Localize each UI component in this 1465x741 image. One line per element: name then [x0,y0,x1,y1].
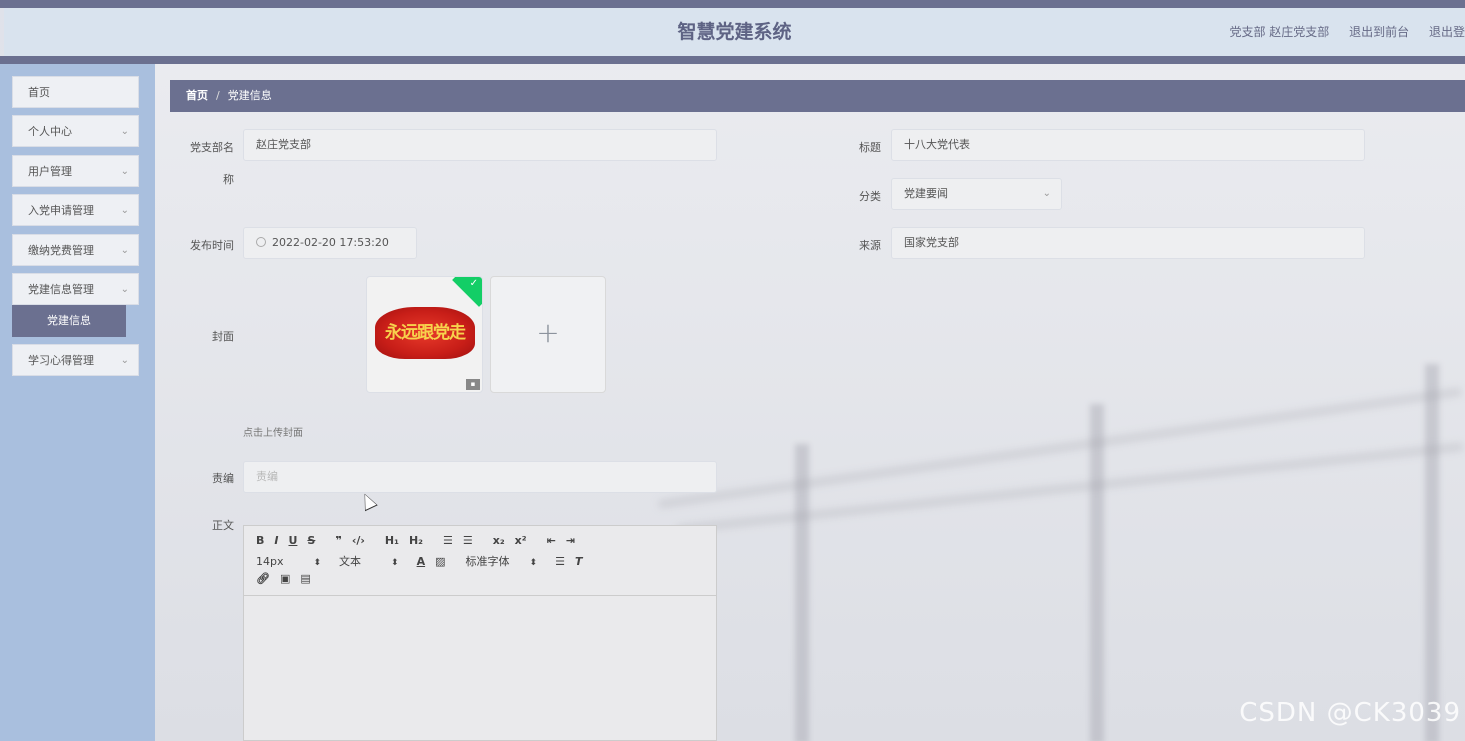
toolbar-row-2: 14px ⬍ 文本 ⬍ A ▨ 标准字体 ⬍ ☰ T [256,553,716,572]
cover-upload-tip: 点击上传封面 [243,428,303,439]
sidebar-item-label: 党建信息管理 [28,283,94,296]
heading1-button[interactable]: H₁ [385,534,399,547]
strike-button[interactable]: S [307,534,315,547]
editor-content-area[interactable] [244,596,716,740]
chevron-down-icon: ⌄ [120,284,129,295]
heading2-button[interactable]: H₂ [409,534,423,547]
bullet-list-button[interactable]: ☰ [463,534,473,547]
category-label: 分类 [859,190,881,203]
editor-toolbar: B I U S ❞ ‹/› H₁ H₂ ☰ ☰ x₂ x² ⇤ ⇥ 14px ⬍ 文本 ⬍ A ▨ 标准字体 ⬍ ☰ T 🔗… [244,526,716,596]
italic-button[interactable]: I [274,534,278,547]
sidebar-item-user-management[interactable]: 用户管理 ⌄ [12,155,139,187]
block-format-select[interactable]: 文本 ⬍ [339,553,399,569]
breadcrumb-home[interactable]: 首页 [186,89,208,102]
chevron-down-icon: ⌄ [120,205,129,216]
branch-name-label-line2: 称 [223,173,234,186]
indent-button[interactable]: ⇥ [566,534,575,547]
chevron-down-icon: ⌄ [120,166,129,177]
cover-label: 封面 [212,330,234,343]
sidebar-item-personal-center[interactable]: 个人中心 ⌄ [12,115,139,147]
publish-time-picker[interactable]: 2022-02-20 17:53:20 [243,227,417,259]
source-input[interactable]: 国家党支部 [891,227,1365,259]
editor-in-charge-input[interactable]: 责编 [243,461,717,493]
publish-time-value: 2022-02-20 17:53:20 [272,236,389,249]
plus-icon: + [536,316,560,349]
sidebar-item-study-notes-management[interactable]: 学习心得管理 ⌄ [12,344,139,376]
sidebar-item-label: 首页 [28,86,50,99]
rich-text-editor: B I U S ❞ ‹/› H₁ H₂ ☰ ☰ x₂ x² ⇤ ⇥ 14px ⬍ 文本 ⬍ A ▨ 标准字体 ⬍ ☰ T 🔗… [243,525,717,741]
sidebar-subitem-party-info[interactable]: 党建信息 [12,305,126,337]
font-size-select[interactable]: 14px ⬍ [256,555,321,568]
video-icon[interactable]: ▤ [300,572,310,585]
block-format-value: 文本 [339,555,362,568]
clear-format-icon[interactable]: T [575,555,583,568]
sidebar-item-label: 入党申请管理 [28,204,94,217]
image-icon[interactable]: ▣ [280,572,290,585]
toolbar-row-1: B I U S ❞ ‹/› H₁ H₂ ☰ ☰ x₂ x² ⇤ ⇥ [256,534,716,553]
sidebar-item-party-info-management[interactable]: 党建信息管理 ⌄ [12,273,139,305]
font-size-value: 14px [256,555,284,568]
breadcrumb-separator: / [216,89,220,102]
font-color-icon[interactable]: A [417,555,426,568]
code-block-button[interactable]: ‹/› [352,534,365,547]
background-fence-post [1090,404,1104,741]
align-icon[interactable]: ☰ [555,555,565,568]
category-select[interactable]: 党建要闻 ⌄ [891,178,1062,210]
sidebar-item-label: 学习心得管理 [28,354,94,367]
chevron-down-icon: ⌄ [1042,188,1051,199]
editor-in-charge-label: 责编 [212,472,234,485]
subscript-button[interactable]: x₂ [493,534,505,547]
chevron-down-icon: ⌄ [120,126,129,137]
sidebar-item-label: 个人中心 [28,125,72,138]
title-input[interactable]: 十八大党代表 [891,129,1365,161]
header-links: 党支部 赵庄党支部 退出到前台 退出登 [1213,8,1465,56]
breadcrumb-current: 党建信息 [227,89,272,102]
cover-thumbnail[interactable]: 永远跟党走 ✓ ▪ [366,276,483,393]
current-user-label: 党支部 赵庄党支部 [1229,25,1330,39]
publish-time-label: 发布时间 [190,239,234,252]
chevron-down-icon: ⌄ [120,245,129,256]
header-divider [0,56,1465,64]
select-arrows-icon: ⬍ [529,558,538,568]
breadcrumb: 首页 / 党建信息 [170,80,1465,112]
title-label: 标题 [859,141,881,154]
app-header: 智慧党建系统 党支部 赵庄党支部 退出到前台 退出登 [4,8,1465,56]
bold-button[interactable]: B [256,534,264,547]
font-family-select[interactable]: 标准字体 ⬍ [466,553,538,569]
check-icon: ✓ [469,278,478,289]
watermark: CSDN @CK3039 [1239,698,1461,728]
exit-to-front-link[interactable]: 退出到前台 [1349,25,1409,39]
select-arrows-icon: ⬍ [391,558,399,568]
outdent-button[interactable]: ⇤ [547,534,556,547]
top-strip [0,0,1465,8]
branch-name-label-line1: 党支部名 [190,141,234,154]
link-icon[interactable]: 🔗︎ [256,572,270,585]
font-family-value: 标准字体 [465,555,510,568]
background-color-icon[interactable]: ▨ [435,555,445,568]
category-selected-value: 党建要闻 [904,187,948,200]
logout-link[interactable]: 退出登 [1429,25,1465,39]
blockquote-button[interactable]: ❞ [335,534,341,547]
sidebar-item-label: 缴纳党费管理 [28,244,94,257]
sidebar-item-dues-management[interactable]: 缴纳党费管理 ⌄ [12,234,139,266]
cover-image: 永远跟党走 [375,307,475,359]
ordered-list-button[interactable]: ☰ [443,534,453,547]
superscript-button[interactable]: x² [515,534,527,547]
upload-success-badge [452,277,482,307]
underline-button[interactable]: U [288,534,297,547]
source-label: 来源 [859,239,881,252]
clock-icon [256,237,266,247]
chevron-down-icon: ⌄ [120,355,129,366]
content-label: 正文 [212,519,234,532]
sidebar-item-label: 用户管理 [28,165,72,178]
sidebar-item-home[interactable]: 首页 [12,76,139,108]
background-fence-post [1425,364,1439,741]
toolbar-row-3: 🔗︎ ▣ ▤ [256,572,716,591]
upload-cover-button[interactable]: + [490,276,606,393]
branch-name-input[interactable]: 赵庄党支部 [243,129,717,161]
image-tag-icon: ▪ [466,379,480,390]
sidebar-item-party-application[interactable]: 入党申请管理 ⌄ [12,194,139,226]
select-arrows-icon: ⬍ [313,558,322,568]
